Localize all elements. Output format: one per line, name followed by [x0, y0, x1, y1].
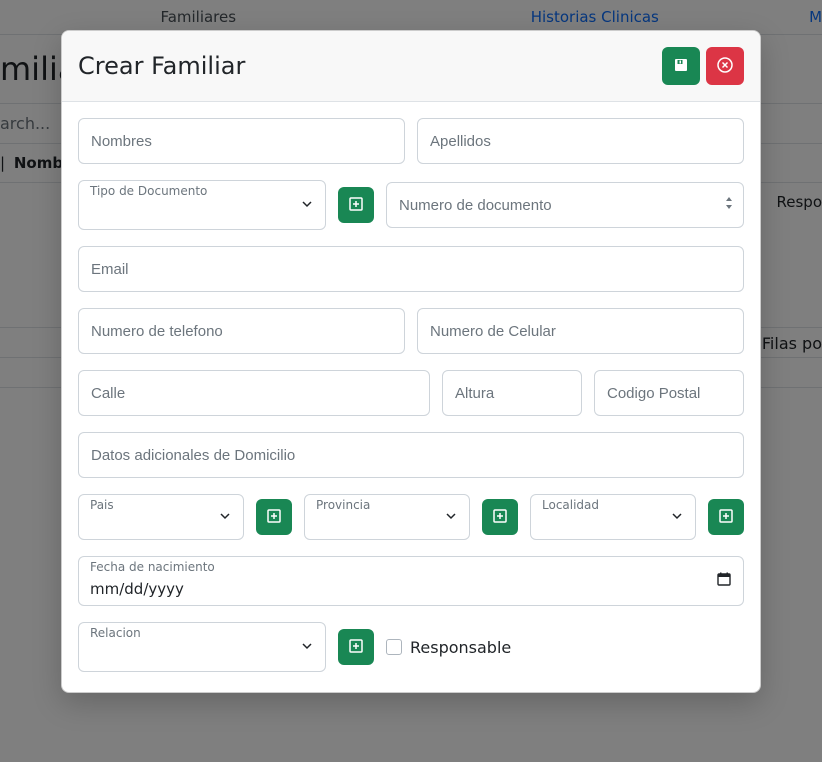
modal-body: Tipo de Documento: [62, 102, 760, 692]
apellidos-field[interactable]: [417, 118, 744, 164]
add-provincia-button[interactable]: [482, 499, 518, 535]
relacion-select[interactable]: [78, 622, 326, 672]
save-icon: [673, 57, 689, 76]
responsable-checkbox[interactable]: [386, 639, 402, 655]
codigo-postal-field[interactable]: [594, 370, 744, 416]
plus-icon: [348, 638, 364, 657]
close-button[interactable]: [706, 47, 744, 85]
plus-icon: [718, 508, 734, 527]
plus-icon: [266, 508, 282, 527]
localidad-select[interactable]: [530, 494, 696, 540]
add-pais-button[interactable]: [256, 499, 292, 535]
add-tipo-documento-button[interactable]: [338, 187, 374, 223]
modal-header: Crear Familiar: [62, 31, 760, 102]
numero-documento-field[interactable]: [386, 182, 744, 228]
create-familiar-modal: Crear Familiar: [61, 30, 761, 693]
provincia-select[interactable]: [304, 494, 470, 540]
celular-field[interactable]: [417, 308, 744, 354]
tipo-documento-select[interactable]: [78, 180, 326, 230]
modal-title: Crear Familiar: [78, 52, 245, 80]
modal-backdrop: Crear Familiar: [0, 0, 822, 762]
nombres-field[interactable]: [78, 118, 405, 164]
plus-icon: [492, 508, 508, 527]
responsable-label: Responsable: [410, 638, 511, 657]
save-button[interactable]: [662, 47, 700, 85]
pais-select[interactable]: [78, 494, 244, 540]
fecha-nacimiento-field[interactable]: [78, 556, 744, 606]
altura-field[interactable]: [442, 370, 582, 416]
email-field[interactable]: [78, 246, 744, 292]
add-relacion-button[interactable]: [338, 629, 374, 665]
add-localidad-button[interactable]: [708, 499, 744, 535]
telefono-field[interactable]: [78, 308, 405, 354]
calle-field[interactable]: [78, 370, 430, 416]
datos-adicionales-field[interactable]: [78, 432, 744, 478]
close-icon: [716, 56, 734, 77]
plus-icon: [348, 196, 364, 215]
